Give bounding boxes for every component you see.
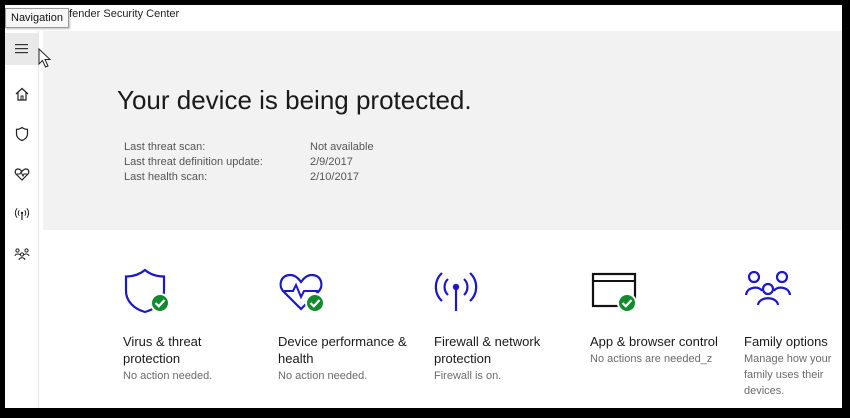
protection-tiles: Virus & threat protection No action need… bbox=[43, 230, 842, 408]
scan-row-definition: Last threat definition update: 2/9/2017 bbox=[124, 155, 374, 170]
tile-status: No action needed. bbox=[123, 370, 213, 382]
scan-label: Last threat scan: bbox=[124, 141, 206, 153]
tile-title: Device performance & health No action ne… bbox=[278, 333, 408, 384]
tile-title-text: Firewall & network protection bbox=[434, 334, 541, 366]
antenna-icon bbox=[14, 207, 30, 220]
page-title: Your device is being protected. bbox=[117, 85, 472, 115]
shield-check-icon bbox=[124, 268, 170, 314]
sidebar-item-home[interactable] bbox=[9, 81, 35, 107]
sidebar-item-firewall[interactable] bbox=[9, 201, 35, 227]
mouse-cursor-icon bbox=[38, 48, 52, 68]
title-bar: efender Security Center bbox=[5, 5, 842, 31]
heart-check-icon bbox=[279, 273, 325, 313]
heart-icon bbox=[14, 168, 30, 181]
tile-title-text: Device performance & health bbox=[278, 334, 407, 366]
sidebar-item-virus-protection[interactable] bbox=[9, 121, 35, 147]
tile-status: No actions are needed_z bbox=[590, 353, 713, 365]
family-icon bbox=[744, 270, 792, 306]
scan-info: Last threat scan: Not available Last thre… bbox=[124, 140, 374, 185]
menu-button[interactable] bbox=[5, 33, 38, 65]
tile-title: App & browser control No actions are nee… bbox=[590, 333, 720, 367]
tile-title: Virus & threat protection No action need… bbox=[123, 333, 253, 384]
tile-status: Firewall is on. bbox=[434, 370, 502, 382]
tile-title-text: App & browser control bbox=[590, 334, 718, 349]
scan-value: Not available bbox=[310, 141, 374, 153]
scan-label: Last threat definition update: bbox=[124, 156, 263, 168]
browser-check-icon bbox=[591, 272, 637, 313]
app-window: efender Security Center Navigation Your … bbox=[5, 5, 842, 408]
tile-title: Family options Manage how your family us… bbox=[744, 333, 836, 399]
scan-value: 2/10/2017 bbox=[310, 171, 359, 183]
scan-row-health: Last health scan: 2/10/2017 bbox=[124, 170, 374, 185]
hamburger-icon bbox=[14, 44, 28, 54]
tile-title-text: Family options bbox=[744, 334, 828, 349]
tile-title: Firewall & network protection Firewall i… bbox=[434, 333, 564, 384]
tile-status: Manage how your family uses their device… bbox=[744, 353, 832, 397]
protection-summary: Your device is being protected. Last thr… bbox=[43, 31, 842, 230]
home-icon bbox=[15, 87, 29, 101]
tile-title-text: Virus & threat protection bbox=[123, 334, 202, 366]
antenna-icon bbox=[434, 272, 478, 311]
sidebar-item-device-health[interactable] bbox=[9, 161, 35, 187]
sidebar-nav bbox=[5, 31, 39, 408]
tile-status: No action needed. bbox=[278, 370, 368, 382]
window-title: efender Security Center bbox=[63, 8, 180, 20]
shield-icon bbox=[15, 126, 29, 142]
scan-value: 2/9/2017 bbox=[310, 156, 353, 168]
scan-label: Last health scan: bbox=[124, 171, 208, 183]
scan-row-threat: Last threat scan: Not available bbox=[124, 140, 374, 155]
family-icon bbox=[14, 248, 30, 261]
navigation-tooltip: Navigation bbox=[5, 8, 69, 28]
sidebar-item-family[interactable] bbox=[9, 241, 35, 267]
